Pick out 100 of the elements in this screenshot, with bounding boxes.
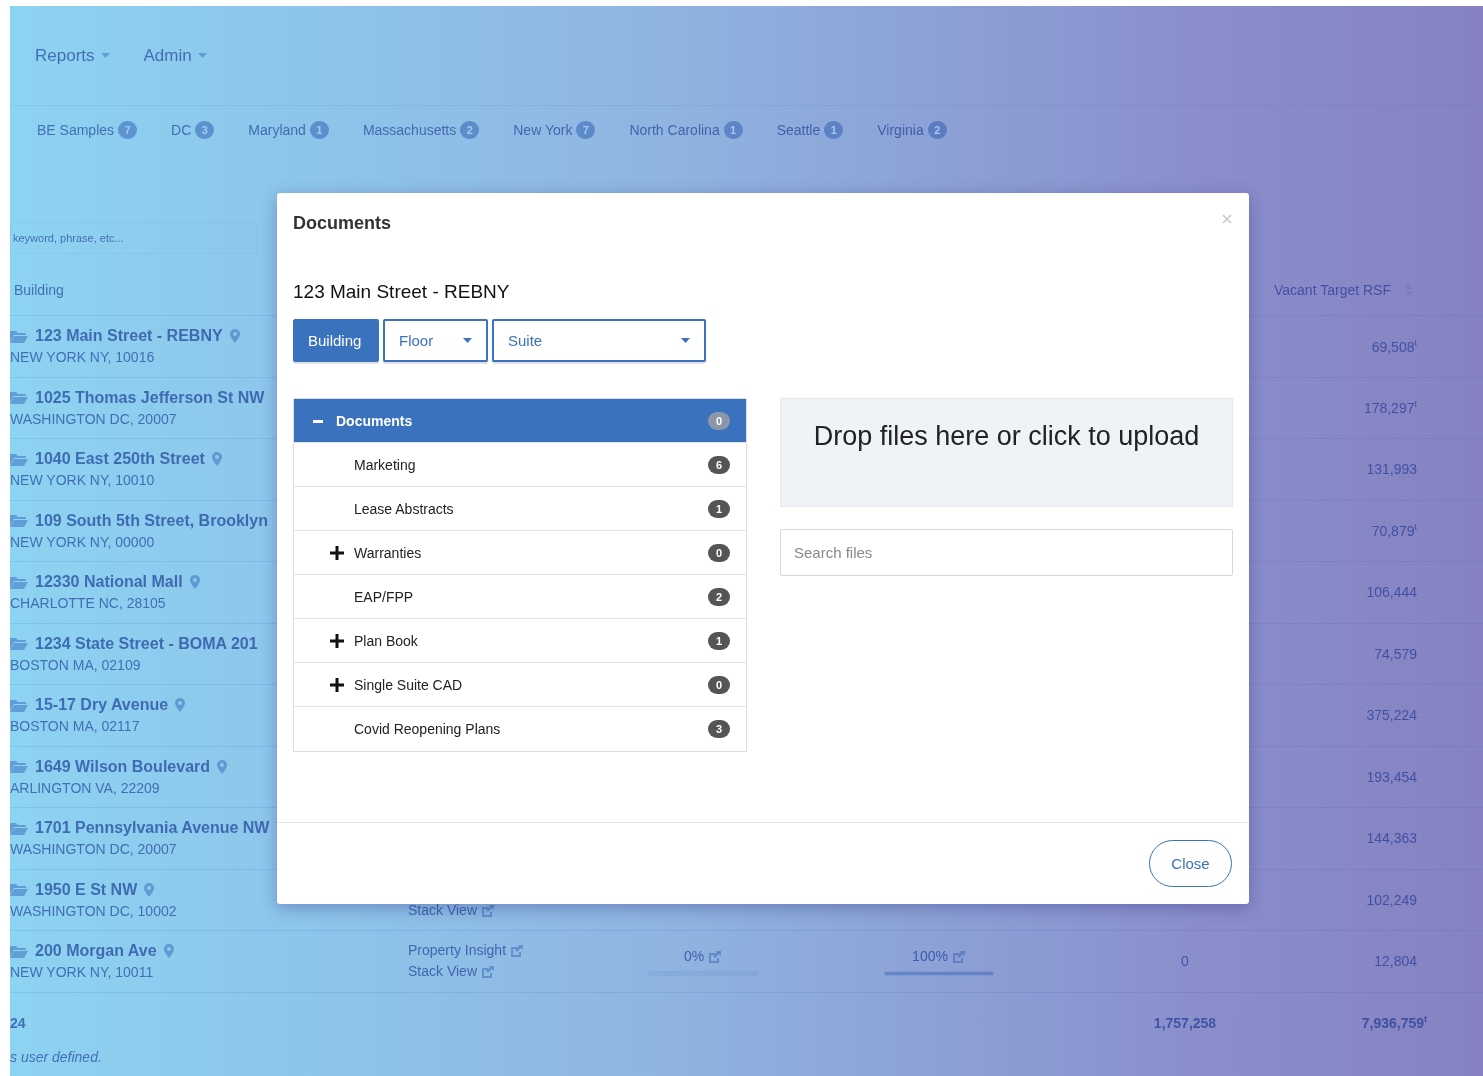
count-badge: 1	[708, 631, 730, 650]
count-badge: 1	[824, 121, 844, 139]
table-cell: 144,363	[1366, 830, 1417, 847]
building-name[interactable]: 123 Main Street - REBNY	[10, 327, 240, 346]
region-tab[interactable]: New York 7	[513, 118, 596, 142]
count-badge: 3	[708, 720, 730, 738]
total-count: 24	[10, 1014, 26, 1031]
total-cell: 7,936,759$^{t}$	[1361, 1014, 1427, 1031]
column-header[interactable]: Building	[10, 281, 64, 298]
external-link-icon	[510, 943, 525, 958]
count-badge: 1	[309, 121, 329, 139]
table-cell: 0	[1181, 953, 1189, 970]
building-name[interactable]: 1701 Pennsylvania Avenue NW	[10, 819, 270, 838]
count-badge: 7	[118, 121, 138, 139]
building-name[interactable]: 1025 Thomas Jefferson St NW	[10, 388, 265, 407]
building-address: NEW YORK NY, 10011	[10, 964, 154, 981]
caret-icon	[681, 338, 690, 343]
total-cell: 1,757,258	[1153, 1014, 1217, 1031]
region-tab[interactable]: Massachusetts 2	[362, 118, 480, 142]
building-name[interactable]: 1649 Wilson Boulevard	[10, 757, 228, 776]
table-cell: 102,249	[1366, 891, 1417, 908]
table-cell: 375,224	[1366, 707, 1417, 724]
table-cell: 193,454	[1366, 768, 1417, 785]
building-name[interactable]: 1234 State Street - BOMA 201	[10, 634, 258, 653]
search-files-field[interactable]: Search files	[780, 529, 1233, 576]
count-badge: 2	[708, 587, 730, 606]
count-badge: 2	[460, 121, 480, 139]
building-address: WASHINGTON DC, 10002	[10, 902, 177, 919]
map-pin-icon	[163, 944, 174, 959]
view-link[interactable]: Stack View	[408, 961, 495, 983]
building-name[interactable]: 12330 National Mall	[10, 573, 200, 592]
count-badge: 0	[708, 675, 730, 694]
folder-icon	[10, 637, 28, 651]
count-badge: 0	[708, 411, 730, 430]
building-name[interactable]: 1040 East 250th Street	[10, 450, 222, 469]
tree-item[interactable]: Documents 0	[294, 399, 746, 443]
region-tab[interactable]: Maryland 1	[248, 118, 329, 142]
map-pin-icon	[175, 698, 186, 713]
count-badge: 6	[708, 455, 730, 474]
column-header[interactable]: Vacant Target RSF	[1268, 281, 1413, 298]
plus-icon[interactable]	[330, 545, 344, 560]
map-pin-icon	[229, 329, 240, 344]
external-link-icon	[951, 949, 966, 964]
building-name[interactable]: 109 South 5th Street, Brooklyn	[10, 511, 268, 530]
scope-dropdown[interactable]: Suite	[492, 319, 706, 362]
footnote-text: s user defined.	[10, 1048, 103, 1065]
building-title: 123 Main Street - REBNY	[293, 281, 511, 303]
external-link-icon	[481, 964, 495, 979]
region-tab[interactable]: DC 3	[171, 118, 215, 142]
count-badge: 7	[576, 121, 596, 139]
close-button[interactable]: Close	[1149, 840, 1232, 887]
count-badge: 2	[927, 121, 947, 139]
map-pin-icon	[144, 882, 155, 897]
region-tab[interactable]: Seattle 1	[776, 118, 844, 142]
region-tab[interactable]: BE Samples 7	[37, 118, 138, 142]
region-tab[interactable]: Virginia 2	[877, 118, 947, 142]
building-address: WASHINGTON DC, 20007	[10, 410, 177, 427]
building-address: NEW YORK NY, 10010	[10, 472, 155, 489]
table-cell: 178,297$^{t}$	[1363, 399, 1417, 417]
nav-menu-link[interactable]: Admin	[143, 45, 207, 66]
view-link[interactable]: Property Insight	[408, 940, 525, 962]
folder-icon	[10, 391, 28, 405]
count-badge: 1	[723, 121, 743, 139]
external-link-icon	[708, 949, 723, 964]
nav-menu-link[interactable]: Reports	[35, 45, 110, 66]
region-tab[interactable]: North Carolina 1	[629, 118, 743, 142]
plus-icon[interactable]	[330, 633, 344, 648]
building-name[interactable]: 200 Morgan Ave	[10, 942, 174, 961]
folder-icon	[10, 698, 28, 712]
folder-icon	[10, 452, 28, 466]
scope-dropdown[interactable]: Floor	[383, 319, 488, 362]
building-name[interactable]: 15-17 Dry Avenue	[10, 696, 186, 715]
table-cell: 70,879$^{t}$	[1371, 522, 1417, 540]
scope-button[interactable]: Building	[293, 319, 379, 362]
map-pin-icon	[189, 575, 200, 590]
folder-icon	[10, 329, 28, 343]
building-address: BOSTON MA, 02117	[10, 718, 140, 735]
count-badge: 3	[195, 121, 215, 139]
plus-icon[interactable]	[330, 677, 344, 692]
folder-icon	[10, 514, 28, 528]
caret-icon	[463, 338, 472, 343]
folder-icon	[10, 883, 28, 897]
building-name[interactable]: 1950 E St NW	[10, 880, 155, 899]
count-badge: 0	[708, 543, 730, 562]
table-cell: 131,993	[1366, 461, 1417, 478]
table-cell: 106,444	[1366, 584, 1417, 601]
folder-icon	[10, 821, 28, 835]
count-badge: 1	[708, 499, 730, 518]
external-link-icon	[481, 903, 495, 918]
percent-link[interactable]: 0%	[683, 946, 723, 968]
building-address: WASHINGTON DC, 20007	[10, 841, 177, 858]
map-pin-icon	[211, 452, 222, 467]
folder-icon	[10, 575, 28, 589]
view-link[interactable]: Stack View	[408, 900, 495, 922]
upload-dropzone[interactable]: Drop files here or click to upload	[780, 398, 1233, 507]
table-cell: 12,804	[1374, 953, 1417, 970]
table-cell: 69,508$^{t}$	[1371, 337, 1417, 355]
percent-link[interactable]: 100%	[912, 946, 966, 968]
building-address: CHARLOTTE NC, 28105	[10, 595, 166, 612]
caret-icon	[100, 53, 110, 58]
